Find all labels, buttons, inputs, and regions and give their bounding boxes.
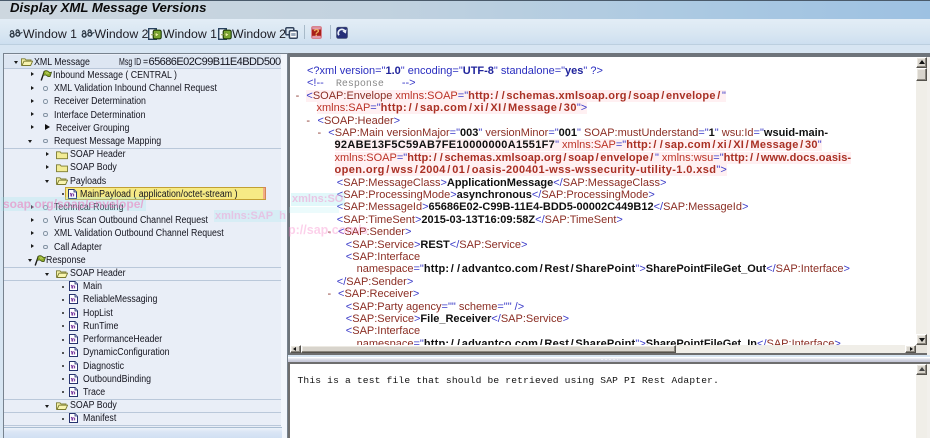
svg-text:?: ? [313, 27, 319, 39]
